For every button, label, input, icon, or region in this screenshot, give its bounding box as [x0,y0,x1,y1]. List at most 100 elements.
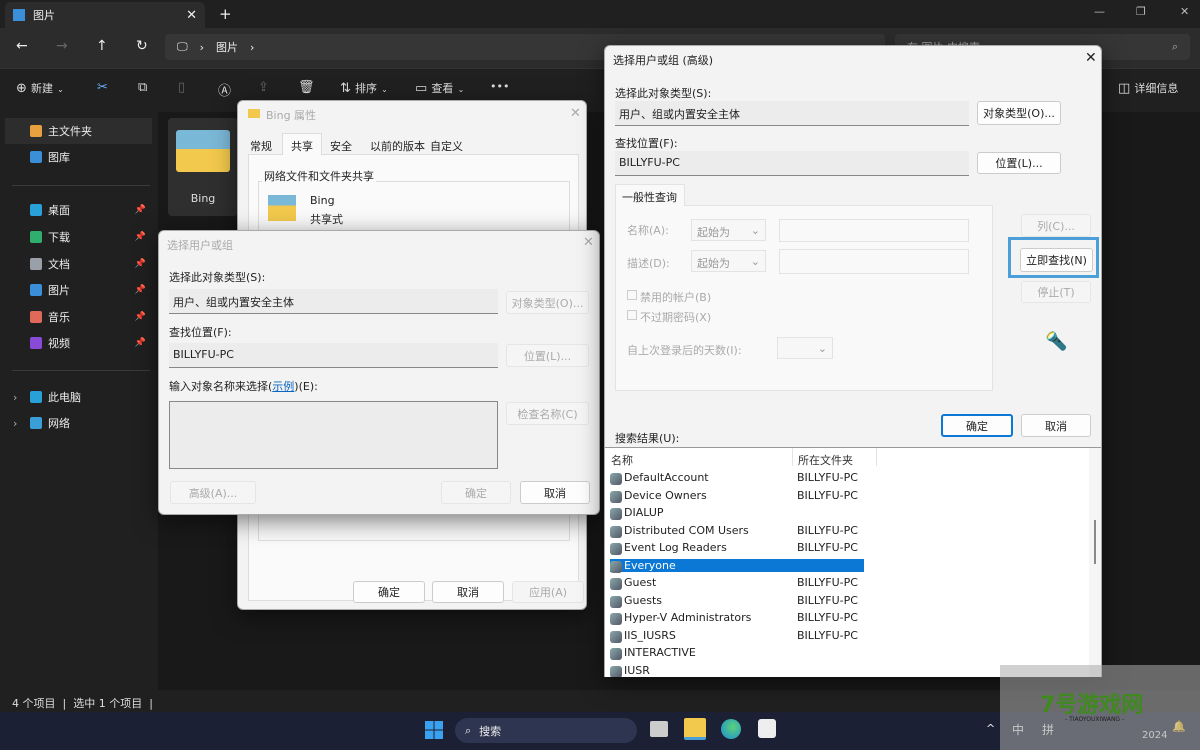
examples-link[interactable]: 示例 [272,380,294,393]
tab-security[interactable]: 安全 [330,138,352,154]
share-icon[interactable]: ⇪ [258,80,269,95]
tray-chevron-icon[interactable]: ^ [986,722,995,735]
pin-icon[interactable]: 📌 [135,232,146,242]
locations-button[interactable]: 位置(L)... [977,152,1061,174]
description-input[interactable] [779,249,969,274]
sidebar-item[interactable]: 文档 📌 [5,251,152,277]
apply-button[interactable]: 应用(A) [512,581,584,603]
up-icon[interactable]: ↑ [96,38,108,54]
sort-button[interactable]: ⇅ 排序 ⌄ [340,80,388,96]
ok-button[interactable]: 确定 [941,414,1013,437]
sidebar-item[interactable]: 图片 📌 [5,277,152,303]
non-expiring-password-checkbox[interactable]: 不过期密码(X) [627,309,711,325]
columns-button[interactable]: 列(C)... [1021,214,1091,237]
result-row[interactable]: Everyone [610,557,1095,574]
sidebar-item[interactable]: 主文件夹 [5,118,152,144]
copy-icon[interactable]: ⧉ [138,80,147,95]
stop-button[interactable]: 停止(T) [1021,281,1091,303]
sidebar-item[interactable]: › 网络 [5,410,152,436]
close-tab-icon[interactable]: ✕ [186,8,197,23]
back-icon[interactable]: ← [16,38,28,54]
description-operator-select[interactable]: 起始为 ⌄ [691,250,766,272]
pin-icon[interactable]: 📌 [135,205,146,215]
close-window-button[interactable]: ✕ [1180,5,1189,18]
new-tab-button[interactable]: + [219,5,232,23]
rename-icon[interactable]: Ⓐ [218,80,231,99]
search-results-list[interactable]: 名称 所在文件夹 DefaultAccount BILLYFU-PC Device … [605,447,1101,677]
locations-button[interactable]: 位置(L)... [506,344,589,367]
pin-icon[interactable]: 📌 [135,312,146,322]
result-row[interactable]: DefaultAccount BILLYFU-PC [610,469,1095,486]
result-row[interactable]: Device Owners BILLYFU-PC [610,487,1095,504]
column-divider[interactable] [876,448,877,466]
result-row[interactable]: Guest BILLYFU-PC [610,574,1095,591]
result-name: Event Log Readers [624,541,727,554]
sidebar-item[interactable]: › 此电脑 [5,384,152,410]
task-view-icon[interactable] [650,721,668,737]
pin-icon[interactable]: 📌 [135,338,146,348]
pin-icon[interactable]: 📌 [135,259,146,269]
tab-general[interactable]: 常规 [250,138,272,154]
check-names-button[interactable]: 检查名称(C) [506,402,589,425]
folder-item-bing[interactable]: Bing [168,118,238,216]
object-names-input[interactable] [169,401,498,469]
tab-common-queries[interactable]: 一般性查询 [615,184,685,206]
column-divider[interactable] [792,448,793,466]
pin-icon[interactable]: 📌 [135,285,146,295]
sidebar-item[interactable]: 图库 [5,144,152,170]
advanced-button[interactable]: 高级(A)... [170,481,256,504]
delete-icon[interactable]: 🗑 [298,80,315,95]
tab-sharing[interactable]: 共享 [282,133,322,155]
details-button[interactable]: ◫ 详细信息 [1118,80,1178,96]
more-button[interactable]: ••• [490,80,509,93]
start-icon[interactable] [425,721,443,739]
new-button[interactable]: ⊕ 新建 ⌄ [16,80,64,96]
file-explorer-icon[interactable] [684,718,706,740]
sidebar-item[interactable]: 视频 📌 [5,330,152,356]
cancel-button[interactable]: 取消 [520,481,590,504]
result-row[interactable]: Guests BILLYFU-PC [610,592,1095,609]
forward-icon[interactable]: → [56,38,68,54]
object-types-button[interactable]: 对象类型(O)... [977,101,1061,125]
result-row[interactable]: Distributed COM Users BILLYFU-PC [610,522,1095,539]
user-group-icon [610,543,622,555]
view-button[interactable]: ▭ 查看 ⌄ [415,80,464,96]
cancel-button[interactable]: 取消 [432,581,504,603]
object-types-button[interactable]: 对象类型(O)... [506,291,589,314]
name-input[interactable] [779,219,969,242]
sidebar-item[interactable]: 音乐 📌 [5,304,152,330]
result-row[interactable]: Hyper-V Administrators BILLYFU-PC [610,609,1095,626]
cancel-button[interactable]: 取消 [1021,414,1091,437]
find-now-button[interactable]: 立即查找(N) [1020,248,1093,272]
store-icon[interactable] [758,719,776,738]
column-header-folder[interactable]: 所在文件夹 [798,452,853,468]
breadcrumb-item[interactable]: 图片 [216,39,238,55]
tab-pictures[interactable]: 图片 ✕ [5,2,205,28]
paste-icon[interactable]: ▯ [178,80,185,95]
result-row[interactable]: DIALUP [610,504,1095,521]
sidebar-item[interactable]: 桌面 📌 [5,197,152,223]
close-icon[interactable]: ✕ [583,235,594,250]
tab-previous-versions[interactable]: 以前的版本 [370,138,425,154]
result-row[interactable]: IIS_IUSRS BILLYFU-PC [610,627,1095,644]
disabled-accounts-checkbox[interactable]: 禁用的帐户(B) [627,289,711,305]
expand-chevron-icon[interactable]: › [13,417,17,430]
refresh-icon[interactable]: ↻ [136,38,148,54]
maximize-button[interactable]: ❐ [1136,5,1146,18]
ok-button[interactable]: 确定 [441,481,511,504]
cut-icon[interactable]: ✂ [97,80,108,95]
column-header-name[interactable]: 名称 [611,452,633,468]
name-operator-select[interactable]: 起始为 ⌄ [691,219,766,241]
ok-button[interactable]: 确定 [353,581,425,603]
minimize-button[interactable]: — [1094,5,1105,18]
result-row[interactable]: Event Log Readers BILLYFU-PC [610,539,1095,556]
result-row[interactable]: INTERACTIVE [610,644,1095,661]
expand-chevron-icon[interactable]: › [13,391,17,404]
close-icon[interactable]: ✕ [1085,50,1097,66]
tab-customize[interactable]: 自定义 [430,138,463,154]
edge-icon[interactable] [721,719,741,739]
days-select[interactable]: ⌄ [777,337,833,359]
taskbar-search[interactable]: ⌕ 搜索 [455,718,637,743]
close-icon[interactable]: ✕ [570,106,581,121]
sidebar-item[interactable]: 下载 📌 [5,224,152,250]
